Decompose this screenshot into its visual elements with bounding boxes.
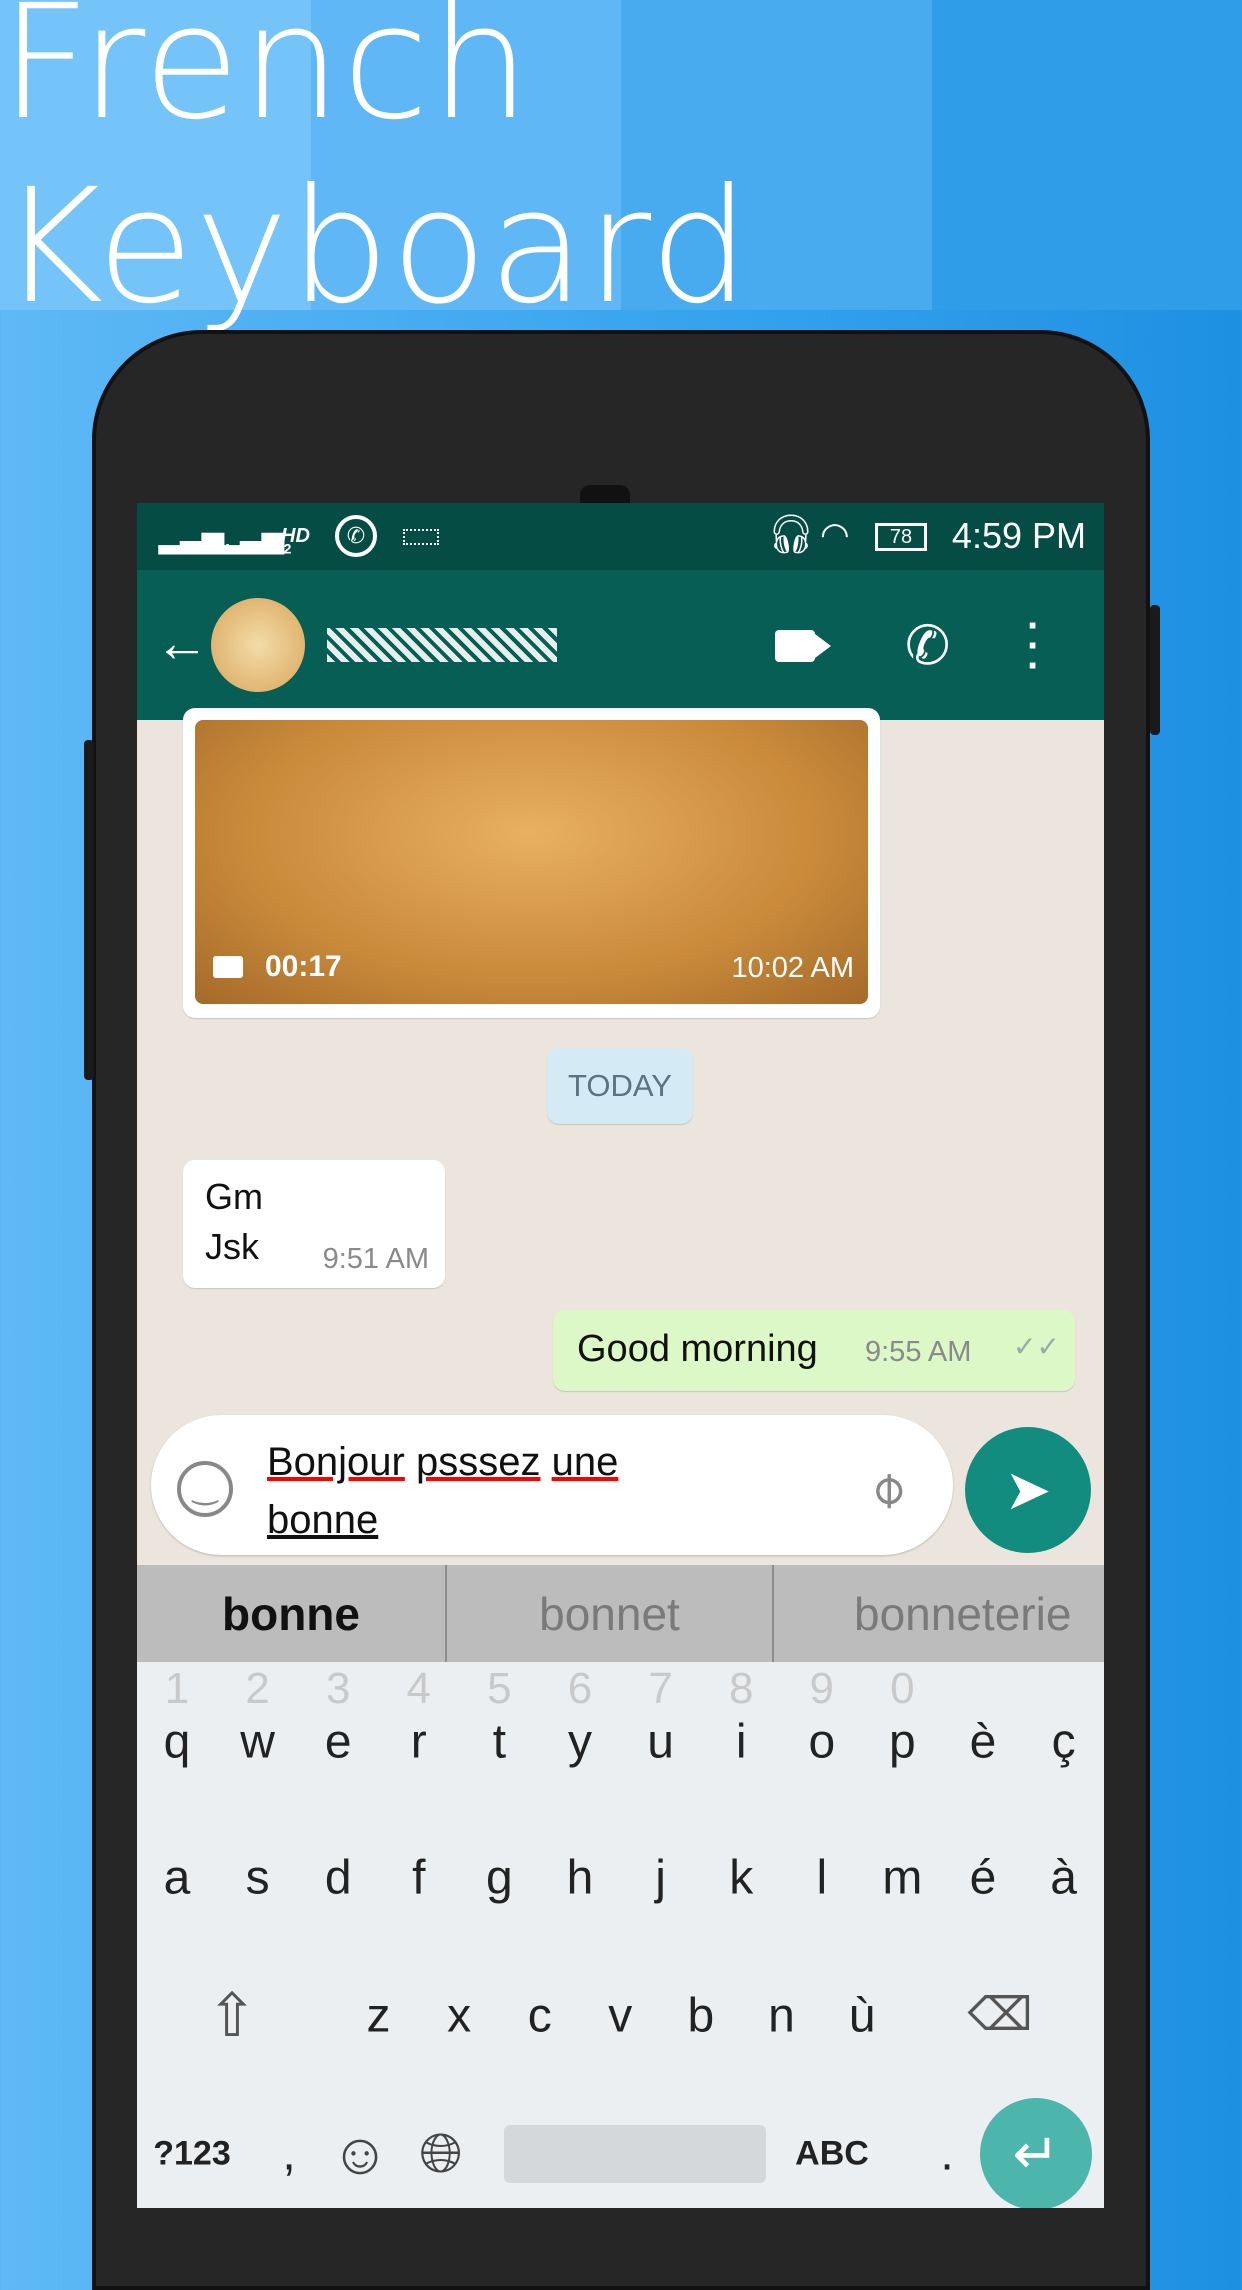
suggestion-item[interactable]: bonnet <box>447 1565 774 1662</box>
avatar[interactable] <box>211 598 305 692</box>
more-vert-icon[interactable]: · · · <box>1027 606 1040 686</box>
message-text: Good morning <box>577 1328 818 1370</box>
key-hint-number: 2 <box>245 1664 270 1713</box>
abc-key[interactable]: ABC <box>777 2135 887 2174</box>
app-bar: ← ✆ · · · <box>137 570 1104 720</box>
key-z[interactable]: z <box>339 1989 419 2044</box>
message-input-text[interactable]: Bonjour psssez une bonne <box>267 1433 618 1549</box>
key-hint-number: 6 <box>567 1664 593 1713</box>
status-bar: ▂▃▅1 ▂▃▅2 HD ✆ 🎧︎ ◠ 78 4:59 PM <box>137 503 1104 570</box>
symbols-key[interactable]: ?123 <box>137 2135 247 2174</box>
earpiece <box>580 485 630 505</box>
key-é[interactable]: é <box>943 1851 1023 1906</box>
key-hint-number: 5 <box>487 1664 512 1713</box>
key-hint-number: 3 <box>325 1664 351 1713</box>
double-check-icon: ✓✓ <box>1013 1331 1060 1362</box>
whatsapp-icon: ✆ <box>335 515 377 557</box>
key-c[interactable]: c <box>500 1989 580 2044</box>
key-hint-number: 4 <box>406 1664 432 1713</box>
key-hint-number: 7 <box>648 1664 673 1713</box>
key-n[interactable]: n <box>742 1989 822 2044</box>
key-h[interactable]: h <box>540 1851 620 1906</box>
key-ù[interactable]: ù <box>822 1989 902 2044</box>
message-time: 9:55 AM <box>865 1336 972 1368</box>
suggestion-item[interactable]: bonneterie <box>774 1565 1104 1662</box>
message-input[interactable]: ‿ Bonjour psssez une bonne ⌀ <box>151 1415 953 1555</box>
language-globe-icon[interactable]: 🌐︎ <box>401 2123 481 2186</box>
key-i[interactable]: i <box>701 1715 781 1770</box>
key-à[interactable]: à <box>1024 1851 1104 1906</box>
emoji-key-icon[interactable]: ☺ <box>320 2121 400 2188</box>
attach-icon[interactable]: ⌀ <box>855 1457 917 1519</box>
shift-key-icon[interactable]: ⇧ <box>192 1981 272 2051</box>
key-v[interactable]: v <box>580 1989 660 2044</box>
battery-level: 78 <box>889 526 913 548</box>
key-o[interactable]: o <box>782 1715 862 1770</box>
key-u[interactable]: u <box>621 1715 701 1770</box>
key-è[interactable]: è <box>943 1715 1023 1770</box>
incoming-message[interactable]: Gm Jsk 9:51 AM <box>183 1160 445 1288</box>
wifi-icon: ◠ <box>820 516 850 554</box>
outgoing-message[interactable]: Good morning 9:55 AM ✓✓ <box>553 1310 1075 1391</box>
suggestion-bar: bonne bonnet bonneterie <box>137 1565 1104 1662</box>
clock: 4:59 PM <box>951 515 1086 556</box>
comma-key[interactable]: , <box>249 2127 329 2182</box>
phone-screen: ▂▃▅1 ▂▃▅2 HD ✆ 🎧︎ ◠ 78 4:59 PM ← ✆ · · · 0… <box>137 503 1104 2208</box>
key-a[interactable]: a <box>137 1851 217 1906</box>
back-arrow-icon[interactable]: ← <box>155 612 209 674</box>
key-hint-number: 8 <box>728 1664 754 1713</box>
period-key[interactable]: . <box>907 2127 987 2182</box>
chat-area: 00:17 10:02 AM TODAY Gm Jsk 9:51 AM Good … <box>137 708 1104 1565</box>
keyboard: 1 2 3 4 5 6 7 8 9 0 qwertyuiopèç asdfghjklméà zxcvbn… <box>137 1662 1104 2208</box>
key-s[interactable]: s <box>218 1851 298 1906</box>
backspace-key-icon[interactable]: ⌫ <box>945 1987 1055 2041</box>
key-d[interactable]: d <box>298 1851 378 1906</box>
phone-icon[interactable]: ✆ <box>905 614 950 677</box>
key-m[interactable]: m <box>862 1851 942 1906</box>
key-w[interactable]: w <box>218 1715 298 1770</box>
key-r[interactable]: r <box>379 1715 459 1770</box>
video-icon <box>213 956 243 978</box>
headset-icon: 🎧︎ <box>767 514 816 556</box>
key-f[interactable]: f <box>379 1851 459 1906</box>
send-button[interactable]: ➤ <box>965 1427 1091 1553</box>
emoji-icon[interactable]: ‿ <box>177 1461 233 1517</box>
hd-indicator: HD <box>281 525 310 547</box>
key-ç[interactable]: ç <box>1024 1715 1104 1770</box>
message-time: 9:51 AM <box>322 1243 429 1275</box>
banner-title: French Keyboard <box>0 0 751 339</box>
key-hint-number: 0 <box>890 1664 915 1713</box>
key-l[interactable]: l <box>782 1851 862 1906</box>
video-call-icon[interactable] <box>775 630 831 662</box>
enter-key[interactable]: ↵ <box>980 2098 1092 2208</box>
key-b[interactable]: b <box>661 1989 741 2044</box>
date-divider: TODAY <box>547 1048 693 1124</box>
key-hint-number: 1 <box>164 1664 190 1713</box>
key-p[interactable]: p <box>862 1715 942 1770</box>
key-y[interactable]: y <box>540 1715 620 1770</box>
power-button <box>1150 605 1160 735</box>
space-bar[interactable] <box>504 2125 766 2183</box>
video-duration: 00:17 <box>265 950 342 983</box>
key-e[interactable]: e <box>298 1715 378 1770</box>
key-q[interactable]: q <box>137 1715 217 1770</box>
contact-name-redacted[interactable] <box>327 628 557 662</box>
message-time: 10:02 AM <box>731 952 854 984</box>
key-hint-number: 9 <box>809 1664 835 1713</box>
battery-icon: 78 <box>875 523 927 551</box>
volume-button <box>84 740 94 1080</box>
video-message[interactable]: 00:17 10:02 AM <box>183 708 880 1018</box>
keyboard-icon <box>403 529 439 545</box>
key-j[interactable]: j <box>621 1851 701 1906</box>
key-k[interactable]: k <box>701 1851 781 1906</box>
key-t[interactable]: t <box>459 1715 539 1770</box>
key-g[interactable]: g <box>459 1851 539 1906</box>
message-text: Gm Jsk <box>205 1176 263 1267</box>
key-x[interactable]: x <box>419 1989 499 2044</box>
suggestion-item[interactable]: bonne <box>137 1565 447 1662</box>
